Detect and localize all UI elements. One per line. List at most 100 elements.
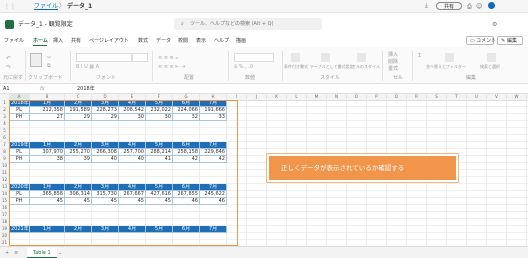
month-header-cell[interactable]: 5月 <box>146 226 173 233</box>
ph-value-cell[interactable]: 32 <box>173 114 200 121</box>
ph-value-cell[interactable]: 38 <box>30 156 65 163</box>
menu-item-file[interactable]: ファイル <box>4 38 24 44</box>
month-header-cell[interactable]: 2月 <box>65 142 92 149</box>
add-sheet-icon[interactable]: + <box>5 250 9 256</box>
month-header-cell[interactable]: 1月 <box>30 226 65 233</box>
delete-cells-button[interactable]: 削除 <box>388 59 398 65</box>
month-header-cell[interactable]: 6月 <box>173 100 200 107</box>
ph-value-cell[interactable]: 29 <box>65 114 92 121</box>
ph-value-cell[interactable]: 40 <box>119 156 146 163</box>
search-box[interactable]: ⌕ ツール、ヘルプなどの検索 (Alt + Q) <box>174 18 322 30</box>
column-header-l[interactable]: L <box>287 94 307 101</box>
pl-label-cell[interactable]: PL <box>9 191 30 198</box>
column-header-p[interactable]: P <box>367 94 387 101</box>
row-header-20[interactable]: 20 <box>0 233 9 240</box>
ph-value-cell[interactable]: 29 <box>92 114 119 121</box>
pl-value-cell[interactable]: 267,667 <box>119 191 146 198</box>
ph-value-cell[interactable]: 45 <box>65 198 92 205</box>
pl-value-cell[interactable]: 245,622 <box>200 191 227 198</box>
month-header-cell[interactable]: 4月 <box>119 100 146 107</box>
pl-value-cell[interactable]: 267,855 <box>173 191 200 198</box>
month-header-cell[interactable]: 1月 <box>30 142 65 149</box>
sort-filter-icon[interactable] <box>445 53 454 62</box>
sheet-tab-menu-chevron-down-icon[interactable]: ⌄ <box>58 250 62 256</box>
ph-value-cell[interactable]: 45 <box>119 198 146 205</box>
ph-value-cell[interactable]: 45 <box>30 198 65 205</box>
ph-value-cell[interactable]: 46 <box>173 198 200 205</box>
month-header-cell[interactable]: 6月 <box>173 142 200 149</box>
column-header-s[interactable]: S <box>427 94 447 101</box>
month-header-cell[interactable]: 2月 <box>65 100 92 107</box>
pl-value-cell[interactable]: 427,616 <box>146 191 173 198</box>
ph-value-cell[interactable]: 45 <box>146 198 173 205</box>
pl-value-cell[interactable]: 266,308 <box>92 149 119 156</box>
row-header-17[interactable]: 17 <box>0 212 9 219</box>
row-header-14[interactable]: 14 <box>0 191 9 198</box>
format-cells-button[interactable]: 書式 <box>388 66 398 72</box>
menu-item-draw[interactable]: 描画 <box>236 38 246 44</box>
find-select-button[interactable]: 検索と選択 <box>480 64 500 70</box>
pl-value-cell[interactable]: 257,700 <box>119 149 146 156</box>
sheet-tab-table1[interactable]: Table 1 <box>27 247 57 258</box>
comment-button[interactable]: ▭ コメント <box>466 36 496 45</box>
month-header-cell[interactable]: 3月 <box>92 184 119 191</box>
column-header-v[interactable]: V <box>487 94 507 101</box>
undo-icon[interactable]: ↶ <box>6 55 11 62</box>
sum-icon[interactable]: Σ <box>418 53 421 59</box>
sort-filter-button[interactable]: 並べ替えとフィルター <box>426 64 466 70</box>
year-header-cell[interactable]: 2019年 <box>9 142 30 149</box>
row-header-13[interactable]: 13 <box>0 184 9 191</box>
ph-value-cell[interactable]: 40 <box>92 156 119 163</box>
row-header-8[interactable]: 8 <box>0 149 9 156</box>
cell-styles-icon[interactable] <box>357 53 366 62</box>
row-header-10[interactable]: 10 <box>0 163 9 170</box>
pl-value-cell[interactable]: 306,314 <box>65 191 92 198</box>
month-header-cell[interactable]: 4月 <box>119 184 146 191</box>
formula-input[interactable]: 2018年 <box>77 86 95 92</box>
font-format-icons[interactable]: B I U ▦ A <box>76 64 99 70</box>
month-header-cell[interactable]: 1月 <box>30 100 65 107</box>
month-header-cell[interactable]: 4月 <box>119 226 146 233</box>
name-box[interactable]: A1 <box>3 86 31 92</box>
number-format-icons[interactable]: $ % , .0 <box>234 64 253 70</box>
month-header-cell[interactable]: 1月 <box>30 184 65 191</box>
column-header-i[interactable]: I <box>227 94 247 101</box>
pl-label-cell[interactable]: PL <box>9 107 30 114</box>
ph-label-cell[interactable]: PH <box>9 114 30 121</box>
year-header-cell[interactable]: 2020年 <box>9 184 30 191</box>
month-header-cell[interactable]: 5月 <box>146 142 173 149</box>
grid-dots-icon[interactable]: ⋮⋮ <box>4 3 16 10</box>
pl-value-cell[interactable]: 191,666 <box>200 107 227 114</box>
year-header-cell[interactable]: 2021年 <box>9 226 30 233</box>
pl-value-cell[interactable]: 212,358 <box>30 107 65 114</box>
column-header-j[interactable]: J <box>247 94 267 101</box>
avatar[interactable] <box>488 2 495 9</box>
copy-icon[interactable]: ⧉ <box>47 63 51 69</box>
row-header-4[interactable]: 4 <box>0 121 9 128</box>
year-header-cell[interactable]: 2018年 <box>9 100 30 107</box>
search-input[interactable]: ツール、ヘルプなどの検索 (Alt + Q) <box>190 21 274 27</box>
menu-item-data[interactable]: データ <box>156 38 171 44</box>
month-header-cell[interactable]: 2月 <box>65 184 92 191</box>
share-button[interactable]: 共有 <box>436 2 462 10</box>
pl-value-cell[interactable]: 232,022 <box>146 107 173 114</box>
edit-mode-button[interactable]: ✎ 編集 <box>497 36 523 45</box>
ph-value-cell[interactable]: 39 <box>65 156 92 163</box>
column-header-n[interactable]: N <box>327 94 347 101</box>
row-header-9[interactable]: 9 <box>0 156 9 163</box>
pl-value-cell[interactable]: 315,730 <box>92 191 119 198</box>
menu-item-insert[interactable]: 挿入 <box>53 38 63 44</box>
file-menu-link[interactable]: ファイル <box>34 3 58 10</box>
account-icon[interactable]: ☺ <box>476 3 482 10</box>
row-header-16[interactable]: 16 <box>0 205 9 212</box>
row-header-11[interactable]: 11 <box>0 170 9 177</box>
redo-icon[interactable]: ↷ <box>6 64 11 71</box>
row-header-3[interactable]: 3 <box>0 114 9 121</box>
row-header-6[interactable]: 6 <box>0 135 9 142</box>
month-header-cell[interactable]: 5月 <box>146 184 173 191</box>
row-header-18[interactable]: 18 <box>0 219 9 226</box>
column-header-q[interactable]: Q <box>387 94 407 101</box>
ph-value-cell[interactable]: 45 <box>92 198 119 205</box>
conditional-format-label[interactable]: 条件付き書式 <box>284 64 308 70</box>
pl-label-cell[interactable]: PL <box>9 149 30 156</box>
